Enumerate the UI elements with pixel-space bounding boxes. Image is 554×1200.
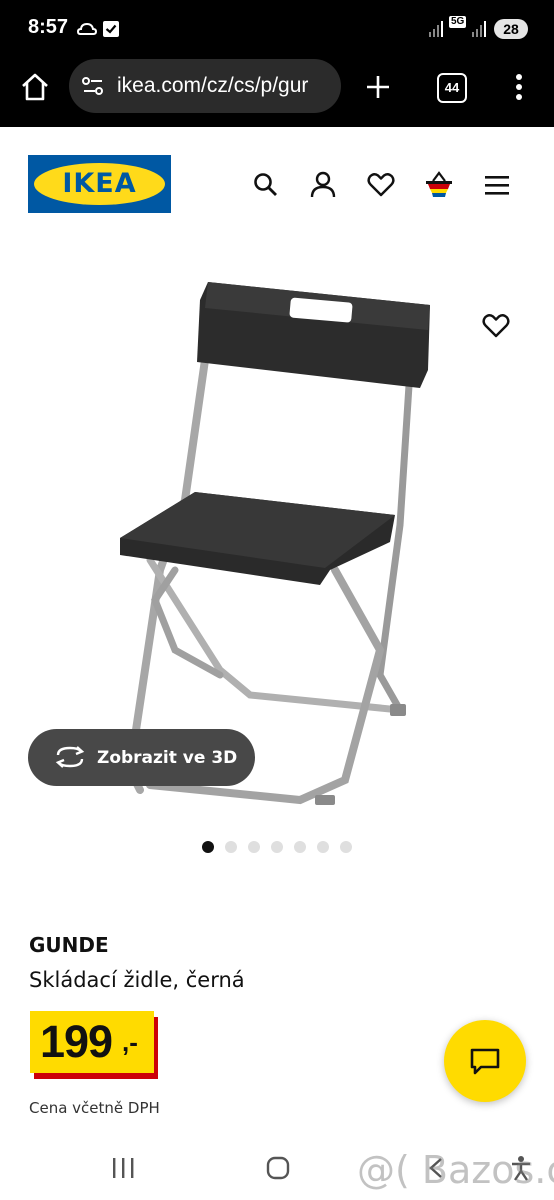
tabs-button[interactable]: 44 — [437, 73, 467, 103]
url-text[interactable]: ikea.com/cz/cs/p/gur — [117, 74, 332, 98]
gallery-dot[interactable] — [317, 841, 329, 853]
price-tag: 199 ,- — [30, 1011, 154, 1073]
cloud-icon — [77, 22, 97, 35]
site-settings-icon[interactable] — [82, 75, 104, 97]
gallery-dot[interactable] — [271, 841, 283, 853]
price-value: 199 — [40, 1016, 113, 1067]
download-done-icon — [103, 21, 119, 37]
browser-chrome: 8:57 5G 28 ikea.com/cz/cs/p/gur 44 — [0, 0, 554, 127]
chat-button[interactable] — [444, 1020, 526, 1102]
new-tab-icon[interactable] — [365, 74, 391, 100]
network-badge: 5G — [449, 16, 467, 28]
product-description: Skládací židle, černá — [29, 968, 245, 992]
home-icon[interactable] — [20, 72, 50, 102]
ikea-logo[interactable]: IKEA — [28, 155, 171, 213]
rotate-3d-icon — [55, 746, 85, 768]
signal-icon — [472, 21, 486, 37]
price-suffix: ,- — [122, 1027, 138, 1057]
battery-indicator: 28 — [494, 19, 528, 39]
logo-text: IKEA — [62, 168, 137, 199]
chat-icon — [470, 1048, 500, 1075]
more-icon[interactable] — [513, 72, 525, 102]
product-name: GUNDE — [29, 933, 109, 957]
gallery-dot[interactable] — [202, 841, 214, 853]
gallery-dot[interactable] — [294, 841, 306, 853]
watermark: @( Bazos.cz — [357, 1148, 554, 1192]
add-to-favourites-icon[interactable] — [482, 313, 510, 338]
menu-icon[interactable] — [484, 174, 510, 196]
user-icon[interactable] — [310, 171, 336, 199]
basket-icon[interactable] — [424, 171, 454, 199]
heart-icon[interactable] — [367, 172, 395, 197]
gallery-dot[interactable] — [340, 841, 352, 853]
search-icon[interactable] — [253, 172, 279, 198]
status-time: 8:57 — [28, 16, 69, 38]
gallery-dot[interactable] — [225, 841, 237, 853]
signal-icon — [429, 21, 443, 37]
vat-note: Cena včetně DPH — [29, 1099, 160, 1117]
gallery-pagination — [202, 841, 352, 853]
view-3d-label: Zobrazit ve 3D — [97, 748, 238, 768]
gallery-dot[interactable] — [248, 841, 260, 853]
home-nav-icon[interactable] — [266, 1156, 290, 1180]
recent-apps-icon[interactable] — [111, 1157, 135, 1179]
view-3d-button[interactable]: Zobrazit ve 3D — [28, 729, 255, 786]
